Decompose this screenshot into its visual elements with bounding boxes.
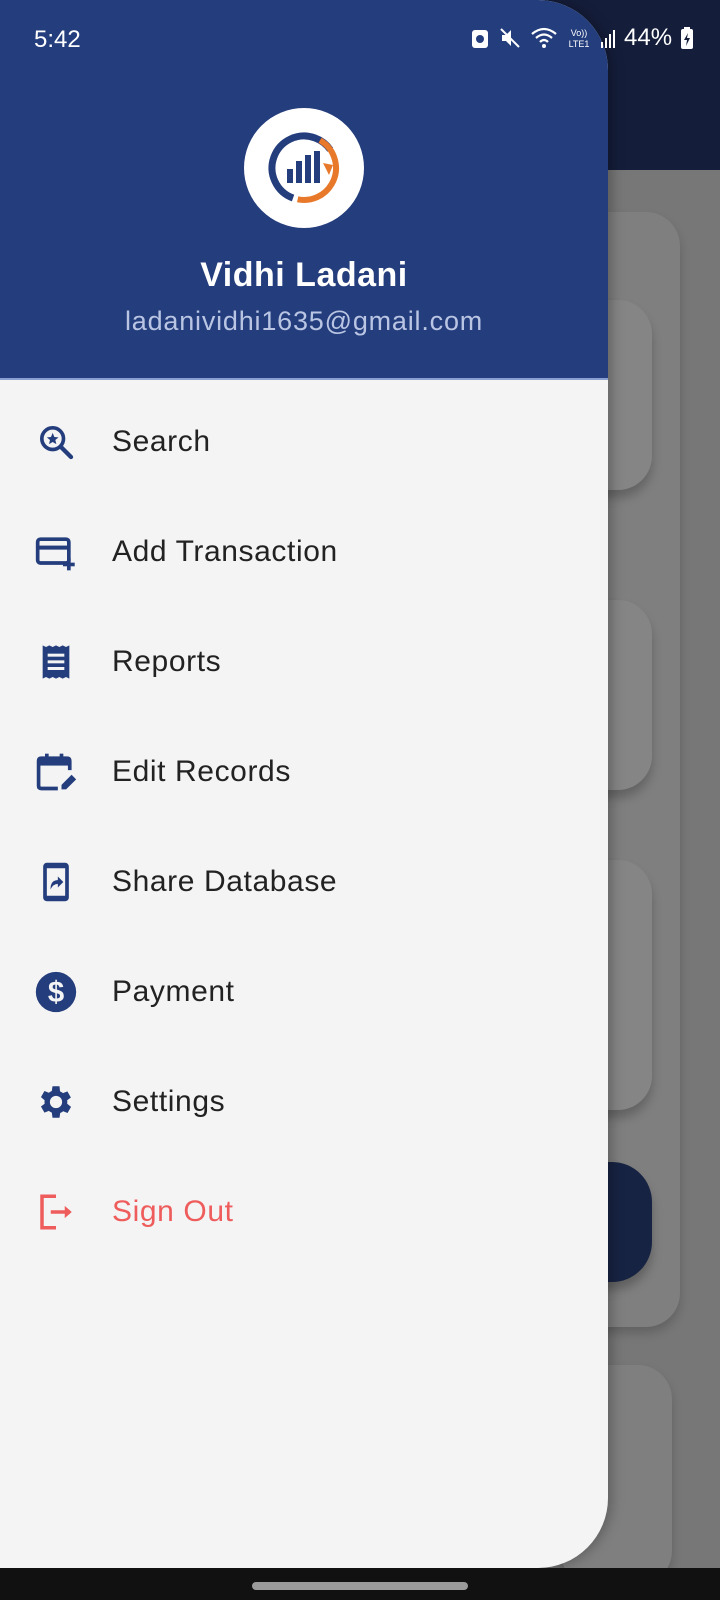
card-add-icon [34, 530, 78, 574]
navigation-drawer: 5:42 Vidhi Ladani ladanividhi1635@gmail.… [0, 0, 608, 1568]
battery-percent: 44% [624, 24, 673, 51]
menu-label-sign-out: Sign Out [112, 1195, 234, 1228]
user-email: ladanividhi1635@gmail.com [124, 306, 484, 336]
status-time: 5:42 [34, 26, 81, 53]
search-star-icon [34, 420, 78, 464]
receipt-icon [34, 640, 78, 684]
menu-item-search[interactable]: Search [0, 392, 608, 492]
signal-icon [601, 30, 615, 48]
calendar-edit-icon [34, 750, 78, 794]
svg-text:Vo)): Vo)) [571, 28, 588, 38]
menu-label-settings: Settings [112, 1085, 226, 1118]
menu-item-settings[interactable]: Settings [0, 1052, 608, 1152]
menu-label-search: Search [112, 425, 211, 458]
battery-charging-icon [681, 27, 694, 49]
menu-item-edit-records[interactable]: Edit Records [0, 722, 608, 822]
menu-item-add-transaction[interactable]: Add Transaction [0, 502, 608, 602]
menu-label-edit-records: Edit Records [112, 755, 291, 788]
menu-item-payment[interactable]: $ Payment [0, 942, 608, 1042]
menu-label-share-database: Share Database [112, 865, 338, 898]
gear-icon [34, 1080, 78, 1124]
status-bar-right: Vo)) LTE1 44% [470, 24, 694, 52]
svg-text:LTE1: LTE1 [569, 39, 590, 49]
dollar-circle-icon: $ [34, 970, 78, 1014]
svg-text:$: $ [48, 976, 64, 1009]
logout-icon [34, 1190, 78, 1234]
menu-label-reports: Reports [112, 645, 222, 678]
menu-item-reports[interactable]: Reports [0, 612, 608, 712]
menu-label-add-transaction: Add Transaction [112, 535, 338, 568]
app-logo-avatar [244, 108, 364, 228]
drawer-header: 5:42 Vidhi Ladani ladanividhi1635@gmail.… [0, 0, 608, 380]
mute-icon [500, 28, 520, 48]
menu-label-payment: Payment [112, 975, 235, 1008]
wifi-icon [531, 27, 557, 48]
menu-item-sign-out[interactable]: Sign Out [0, 1162, 608, 1262]
user-name: Vidhi Ladani [200, 256, 408, 294]
volte-lte-icon: Vo))LTE1 [569, 28, 590, 49]
phone-share-icon [34, 860, 78, 904]
app-logo-icon [268, 132, 340, 204]
home-gesture-handle[interactable] [252, 1582, 468, 1590]
screen-record-icon [472, 30, 488, 48]
menu-item-share-database[interactable]: Share Database [0, 832, 608, 932]
